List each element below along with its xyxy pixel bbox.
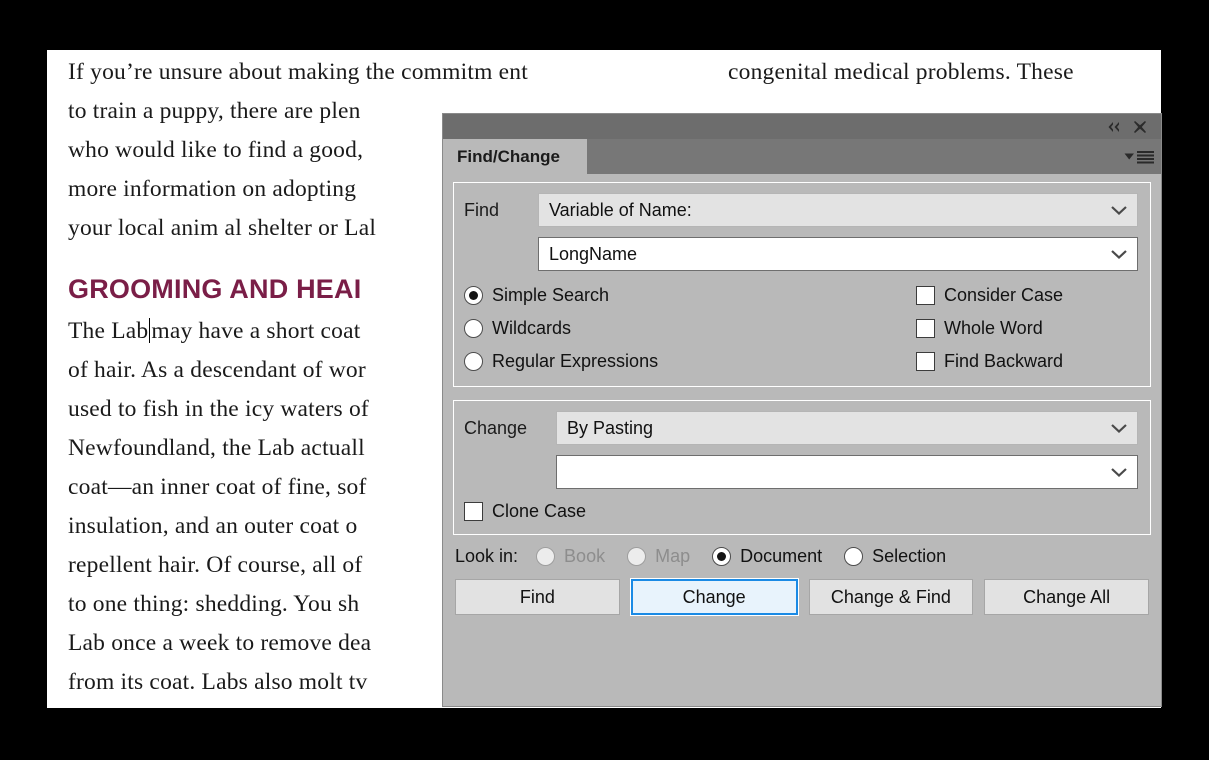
change-button[interactable]: Change <box>629 578 799 616</box>
document-right-column: congenital medical problems. These <box>728 53 1158 92</box>
change-label: Change <box>464 417 528 438</box>
find-mode-value: Variable of Name: <box>549 199 692 220</box>
checkbox-find-backward[interactable]: Find Backward <box>916 351 1063 372</box>
radio-simple-search[interactable]: Simple Search <box>464 285 916 306</box>
change-and-find-button-label: Change & Find <box>830 586 951 607</box>
panel-body: Find Variable of Name: LongName Simple S… <box>443 174 1161 616</box>
panel-titlebar <box>443 114 1161 139</box>
radio-indicator <box>844 547 864 566</box>
document-text-line: If you’re unsure about making the commit… <box>68 59 528 85</box>
radio-look-in-book: Book <box>536 546 605 567</box>
find-mode-row: Find Variable of Name: <box>464 193 1138 227</box>
find-group: Find Variable of Name: LongName Simple S… <box>453 182 1151 387</box>
radio-indicator <box>712 547 732 566</box>
radio-label: Simple Search <box>492 285 610 305</box>
change-value-row <box>464 455 1138 489</box>
find-query-row: LongName <box>464 237 1138 271</box>
chevron-down-icon <box>1110 418 1128 439</box>
radio-label: Map <box>655 546 691 566</box>
radio-look-in-selection[interactable]: Selection <box>844 546 946 567</box>
panel-menu-icon[interactable] <box>1124 150 1154 163</box>
checkbox-clone-case[interactable]: Clone Case <box>464 501 1138 522</box>
change-mode-row: Change By Pasting <box>464 411 1138 445</box>
document-text-line-with-caret: The Lab may have a short coat <box>68 312 468 351</box>
checkbox-consider-case[interactable]: Consider Case <box>916 285 1063 306</box>
document-left-column: If you’re unsure about making the commit… <box>68 53 528 702</box>
find-button-label: Find <box>519 586 555 607</box>
radio-regular-expressions[interactable]: Regular Expressions <box>464 351 916 372</box>
radio-label: Regular Expressions <box>492 351 659 371</box>
radio-look-in-map: Map <box>627 546 690 567</box>
document-text-line: used to fish in the icy waters of <box>68 396 369 422</box>
panel-tab-strip: Find/Change <box>443 139 1161 174</box>
panel-button-row: Find Change Change & Find Change All <box>453 578 1151 616</box>
find-option-checkboxes: Consider Case Whole Word Find Backward <box>916 285 1063 372</box>
change-button-label: Change <box>682 586 746 607</box>
checkbox-whole-word[interactable]: Whole Word <box>916 318 1063 339</box>
radio-label: Selection <box>872 546 947 566</box>
checkbox-indicator <box>464 502 483 521</box>
checkbox-indicator <box>916 286 935 305</box>
checkbox-indicator <box>916 352 935 371</box>
look-in-label: Look in: <box>455 546 519 566</box>
document-text-fragment: may have a short coat <box>151 318 361 344</box>
find-mode-combobox[interactable]: Variable of Name: <box>538 193 1138 227</box>
chevron-down-icon <box>1110 200 1128 221</box>
document-text-line: to one thing: shedding. You sh <box>68 591 360 617</box>
radio-label: Wildcards <box>492 318 572 338</box>
document-text-fragment: The Lab <box>68 318 149 344</box>
document-text-line: coat—an inner coat of fine, sof <box>68 474 367 500</box>
change-all-button[interactable]: Change All <box>984 579 1149 615</box>
radio-indicator <box>464 352 483 371</box>
document-text-line: of hair. As a descendant of wor <box>68 357 366 383</box>
document-text-line: repellent hair. Of course, all of <box>68 552 363 578</box>
document-text-line: to train a puppy, there are plen <box>68 98 361 124</box>
change-mode-value: By Pasting <box>567 417 654 438</box>
document-text-line: Lab once a week to remove dea <box>68 630 372 656</box>
tab-find-change-label: Find/Change <box>457 146 560 166</box>
radio-indicator <box>464 319 483 338</box>
find-query-combobox[interactable]: LongName <box>538 237 1138 271</box>
document-text-line: from its coat. Labs also molt tv <box>68 669 368 695</box>
radio-label: Book <box>564 546 606 566</box>
double-chevron-left-icon[interactable] <box>1101 116 1127 138</box>
change-all-button-label: Change All <box>1023 586 1111 607</box>
close-icon[interactable] <box>1127 116 1153 138</box>
search-mode-radio-group: Simple Search Wildcards Regular Expressi… <box>464 285 916 372</box>
change-group: Change By Pasting Clone Case <box>453 400 1151 535</box>
tab-find-change[interactable]: Find/Change <box>443 139 587 174</box>
document-text-line: congenital medical problems. These <box>728 59 1074 85</box>
find-query-value: LongName <box>549 243 638 264</box>
checkbox-label: Whole Word <box>944 318 1043 338</box>
find-options: Simple Search Wildcards Regular Expressi… <box>464 285 1138 372</box>
checkbox-label: Consider Case <box>944 285 1064 305</box>
find-change-panel: Find/Change Find Variable of Name: LongN… <box>443 114 1161 706</box>
document-text-line: who would like to find a good, <box>68 137 364 163</box>
document-section-heading: GROOMING AND HEAI <box>68 274 362 304</box>
document-text-line: your local anim al shelter or Lal <box>68 215 377 241</box>
change-and-find-button[interactable]: Change & Find <box>808 579 974 615</box>
look-in-row: Look in: Book Map Document Selection <box>453 546 1151 567</box>
find-label: Find <box>464 199 500 220</box>
radio-look-in-document[interactable]: Document <box>712 546 822 567</box>
radio-indicator <box>464 286 483 305</box>
document-text-line: insulation, and an outer coat o <box>68 513 358 539</box>
find-button[interactable]: Find <box>455 579 620 615</box>
radio-indicator <box>536 547 556 566</box>
chevron-down-icon <box>1110 462 1128 483</box>
change-value-combobox[interactable] <box>556 455 1138 489</box>
document-text-line: Newfoundland, the Lab actuall <box>68 435 365 461</box>
document-text-line: more information on adopting <box>68 176 357 202</box>
checkbox-indicator <box>916 319 935 338</box>
checkbox-label: Find Backward <box>944 351 1064 371</box>
radio-indicator <box>627 547 647 566</box>
radio-label: Document <box>740 546 823 566</box>
change-mode-combobox[interactable]: By Pasting <box>556 411 1138 445</box>
checkbox-label: Clone Case <box>492 501 587 521</box>
radio-wildcards[interactable]: Wildcards <box>464 318 916 339</box>
chevron-down-icon <box>1110 244 1128 265</box>
